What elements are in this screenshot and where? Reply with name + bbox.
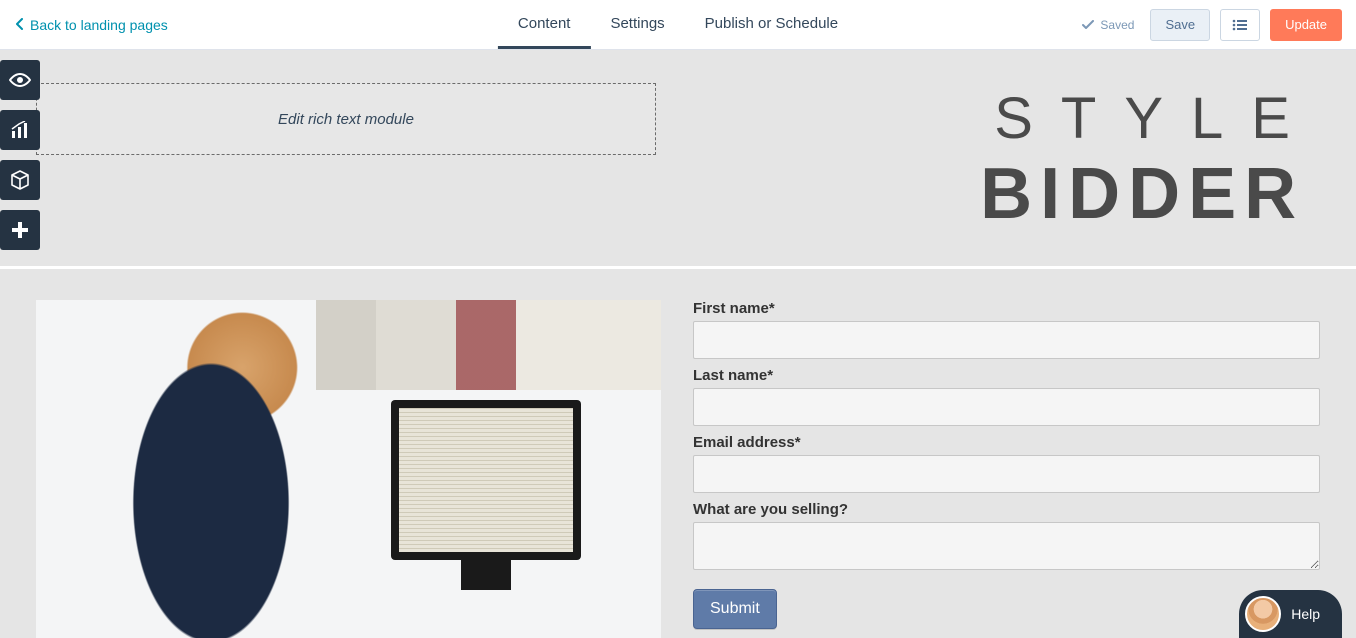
section-divider (0, 266, 1356, 269)
selling-textarea[interactable] (693, 522, 1320, 570)
hero-image[interactable] (36, 300, 661, 638)
top-bar: Back to landing pages Content Settings P… (0, 0, 1356, 50)
lower-section: First name* Last name* Email address* Wh… (36, 300, 1320, 638)
logo-line-1: STYLE (966, 90, 1318, 148)
list-view-button[interactable] (1220, 9, 1260, 41)
update-button[interactable]: Update (1270, 9, 1342, 41)
field-label-lastname: Last name* (693, 367, 1320, 384)
logo-module[interactable]: STYLE BIDDER (966, 90, 1318, 230)
field-label-selling: What are you selling? (693, 501, 1320, 518)
tab-publish[interactable]: Publish or Schedule (685, 0, 858, 49)
plus-icon (11, 221, 29, 239)
saved-indicator: Saved (1082, 18, 1134, 32)
modules-button[interactable] (0, 160, 40, 200)
check-icon (1082, 20, 1094, 30)
chevron-left-icon (16, 18, 24, 32)
last-name-input[interactable] (693, 388, 1320, 426)
form-module[interactable]: First name* Last name* Email address* Wh… (693, 300, 1320, 638)
tab-content[interactable]: Content (498, 0, 591, 49)
save-button[interactable]: Save (1150, 9, 1210, 41)
submit-button[interactable]: Submit (693, 589, 777, 629)
field-label-firstname: First name* (693, 300, 1320, 317)
left-rail (0, 60, 40, 250)
add-button[interactable] (0, 210, 40, 250)
rich-text-module-placeholder[interactable]: Edit rich text module (36, 83, 656, 155)
box-icon (10, 170, 30, 190)
preview-button[interactable] (0, 60, 40, 100)
main-tabs: Content Settings Publish or Schedule (498, 0, 858, 49)
logo-line-2: BIDDER (966, 158, 1318, 230)
tab-settings[interactable]: Settings (590, 0, 684, 49)
back-link[interactable]: Back to landing pages (0, 17, 168, 33)
help-label: Help (1291, 606, 1320, 622)
back-link-label: Back to landing pages (30, 17, 168, 33)
header-actions: Saved Save Update (1082, 9, 1356, 41)
eye-icon (9, 73, 31, 87)
email-input[interactable] (693, 455, 1320, 493)
avatar (1245, 596, 1281, 632)
field-label-email: Email address* (693, 434, 1320, 451)
optimize-button[interactable] (0, 110, 40, 150)
first-name-input[interactable] (693, 321, 1320, 359)
chart-icon (10, 121, 30, 139)
help-widget[interactable]: Help (1239, 590, 1342, 638)
editor-canvas: Edit rich text module STYLE BIDDER First… (0, 50, 1356, 638)
list-icon (1232, 19, 1248, 31)
